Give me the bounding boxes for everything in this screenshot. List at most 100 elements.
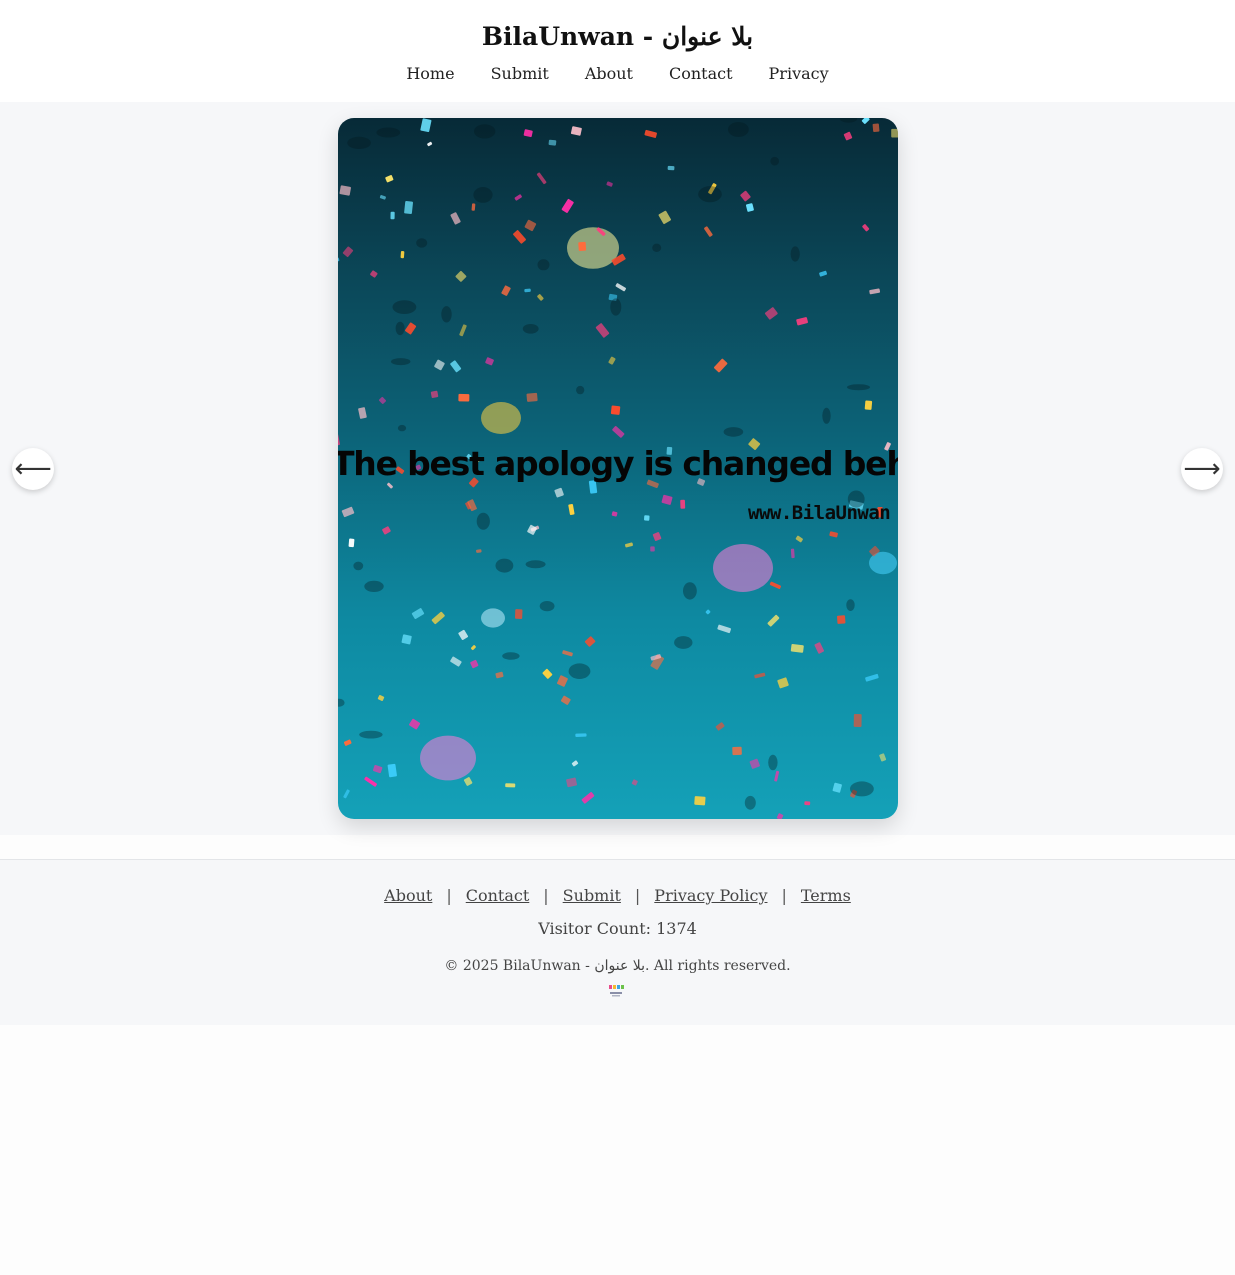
previous-arrow-button[interactable]: ⟵ <box>12 448 54 490</box>
confetti-piece <box>348 538 355 548</box>
confetti-piece <box>578 241 587 252</box>
confetti-piece <box>612 426 625 438</box>
nav-privacy-link[interactable]: Privacy <box>769 64 829 83</box>
confetti-shadow <box>846 599 855 611</box>
confetti-piece <box>537 294 544 301</box>
confetti-piece <box>680 499 686 509</box>
site-title[interactable]: BilaUnwan - بلا عنوان <box>0 22 1235 51</box>
confetti-piece <box>581 792 595 804</box>
confetti-piece <box>749 758 760 769</box>
confetti-piece <box>891 128 898 138</box>
confetti-piece <box>610 405 621 415</box>
confetti-piece <box>411 608 425 619</box>
confetti-shadow <box>441 306 452 323</box>
confetti-piece <box>732 746 742 756</box>
confetti-piece <box>832 782 842 793</box>
confetti-piece <box>470 645 476 651</box>
confetti-piece <box>560 695 571 705</box>
confetti-piece <box>501 285 511 296</box>
footer-about-link[interactable]: About <box>384 886 432 905</box>
confetti-shadow <box>338 698 345 707</box>
confetti-piece <box>390 211 395 220</box>
confetti-piece <box>455 270 467 282</box>
confetti-shadow <box>847 384 870 391</box>
confetti-piece <box>853 713 862 727</box>
confetti-piece <box>485 357 494 366</box>
confetti-piece <box>471 203 476 211</box>
arrow-right-icon: ⟶ <box>1183 454 1221 484</box>
confetti-blob <box>481 608 505 628</box>
confetti-piece <box>658 210 671 225</box>
confetti-shadow <box>652 243 662 252</box>
confetti-piece <box>615 283 626 292</box>
confetti-piece <box>404 200 414 215</box>
confetti-shadow <box>522 324 539 334</box>
nav-contact-link[interactable]: Contact <box>669 64 733 83</box>
confetti-piece <box>554 487 564 498</box>
confetti-shadow <box>359 730 383 739</box>
confetti-shadow <box>822 407 831 424</box>
visitor-count: Visitor Count: 1374 <box>538 919 697 938</box>
nav-home-link[interactable]: Home <box>406 64 454 83</box>
nav-about-link[interactable]: About <box>585 64 633 83</box>
confetti-shadow <box>476 512 490 530</box>
footer-privacy-policy-link[interactable]: Privacy Policy <box>654 886 767 905</box>
confetti-piece <box>382 526 391 535</box>
confetti-piece <box>341 506 355 518</box>
confetti-piece <box>387 763 397 778</box>
confetti-shadow <box>850 781 874 797</box>
confetti-piece <box>650 546 655 552</box>
confetti-piece <box>795 535 803 543</box>
confetti-piece <box>611 511 618 517</box>
confetti-piece <box>409 718 421 730</box>
confetti-piece <box>568 503 575 515</box>
confetti-piece <box>463 777 473 786</box>
confetti-piece <box>542 668 553 679</box>
confetti-piece <box>644 515 650 521</box>
footer-terms-link[interactable]: Terms <box>801 886 851 905</box>
footer-separator: | <box>781 886 787 905</box>
confetti-shadow <box>392 300 417 314</box>
confetti-piece <box>661 494 673 505</box>
confetti-piece <box>343 789 350 799</box>
confetti-shadow <box>768 754 778 771</box>
confetti-piece <box>387 482 393 489</box>
confetti-piece <box>879 753 887 762</box>
nav-submit-link[interactable]: Submit <box>491 64 549 83</box>
confetti-piece <box>401 634 412 645</box>
confetti-piece <box>342 246 354 258</box>
confetti-piece <box>470 659 479 669</box>
confetti-piece <box>715 722 725 731</box>
quote-image: The best apology is changed behavior www… <box>338 118 898 819</box>
confetti-piece <box>704 226 713 237</box>
confetti-piece <box>644 129 657 138</box>
confetti-shadow <box>474 124 496 139</box>
confetti-piece <box>570 126 582 136</box>
next-arrow-button[interactable]: ⟶ <box>1181 448 1223 490</box>
arrow-left-icon: ⟵ <box>14 454 52 484</box>
confetti-piece <box>790 548 795 559</box>
confetti-shadow <box>539 601 555 612</box>
confetti-piece <box>379 195 386 200</box>
confetti-piece <box>526 392 538 402</box>
footer-submit-link[interactable]: Submit <box>563 886 621 905</box>
footer-contact-link[interactable]: Contact <box>466 886 530 905</box>
confetti-shadow <box>495 558 514 573</box>
confetti-shadow <box>347 136 371 149</box>
confetti-piece <box>364 776 377 787</box>
confetti-piece <box>556 675 568 687</box>
confetti-piece <box>865 673 879 682</box>
confetti-piece <box>769 581 782 589</box>
confetti-piece <box>458 629 469 640</box>
confetti-piece <box>379 396 386 404</box>
confetti-piece <box>713 358 728 373</box>
confetti-shadow <box>364 580 384 592</box>
confetti-piece <box>339 185 351 196</box>
confetti-piece <box>431 611 445 625</box>
confetti-shadow <box>391 358 411 366</box>
confetti-piece <box>608 356 616 365</box>
confetti-shadow <box>416 238 428 248</box>
footer-separator: | <box>634 886 641 905</box>
confetti-piece <box>767 614 780 627</box>
confetti-piece <box>450 360 462 373</box>
